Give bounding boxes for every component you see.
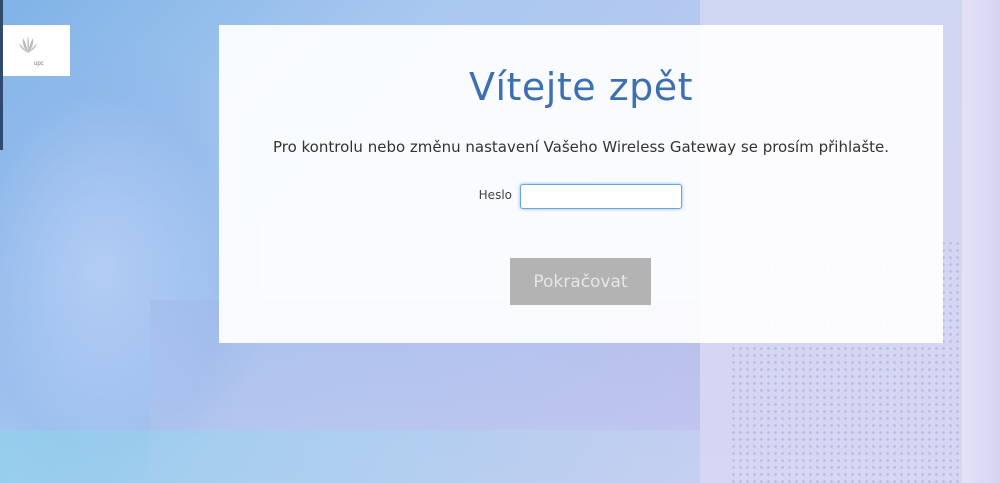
background-floor xyxy=(0,430,700,483)
background-router-edge xyxy=(962,0,1000,483)
upc-spark-icon xyxy=(19,36,37,53)
brand-logo[interactable]: upc xyxy=(3,25,70,76)
password-input[interactable] xyxy=(520,184,682,209)
login-instructions: Pro kontrolu nebo změnu nastavení Vašeho… xyxy=(272,138,890,156)
continue-button[interactable]: Pokračovat xyxy=(510,258,651,305)
brand-logo-text: upc xyxy=(34,61,44,67)
password-label: Heslo xyxy=(478,188,512,202)
page-title: Vítejte zpět xyxy=(468,65,694,109)
